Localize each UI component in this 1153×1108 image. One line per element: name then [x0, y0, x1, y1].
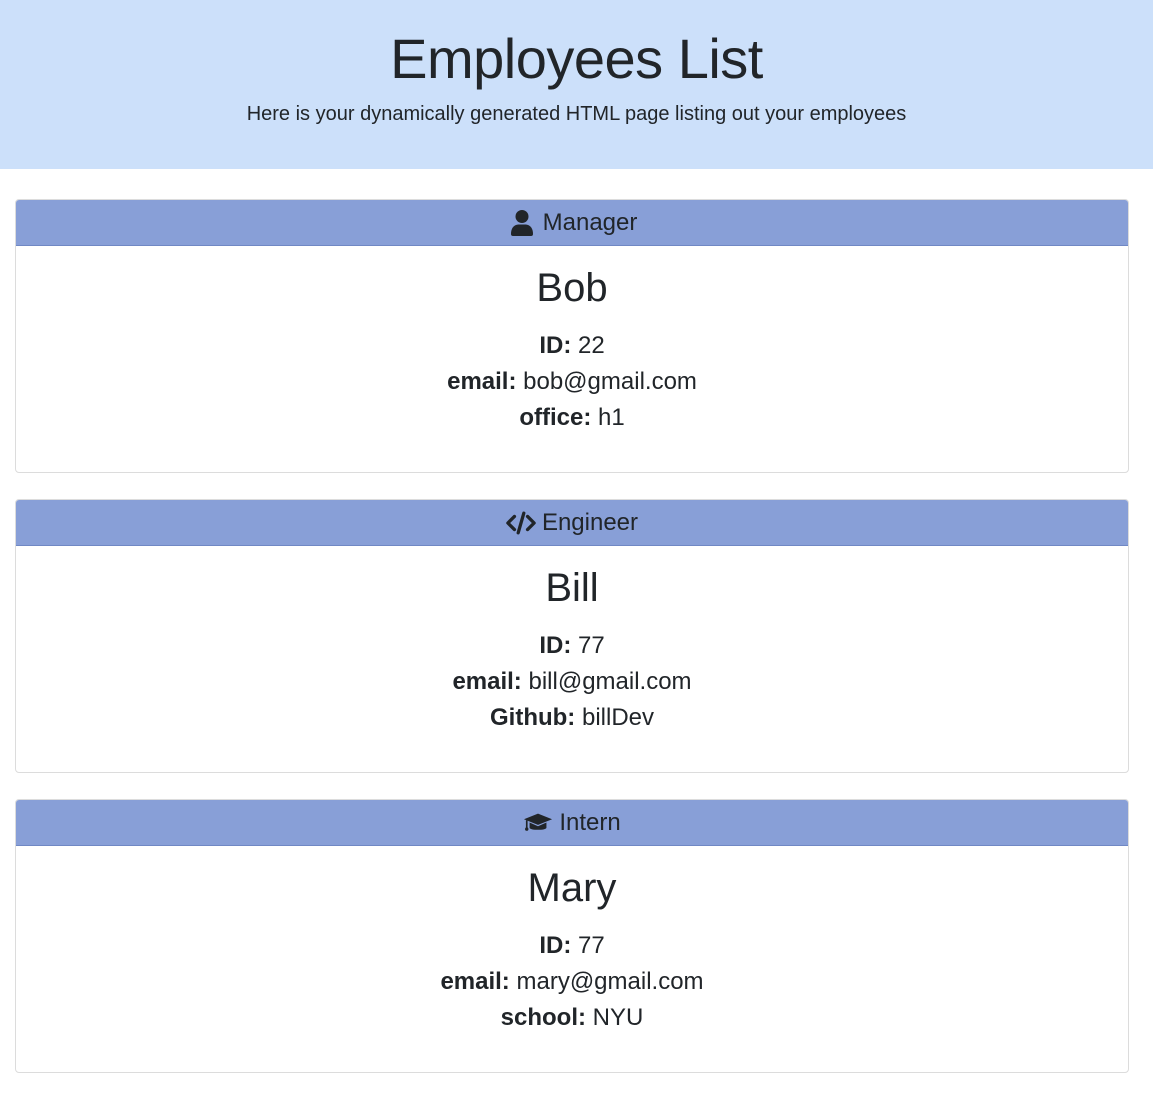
card-header: Intern	[16, 800, 1128, 846]
detail-value: mary@gmail.com	[516, 968, 704, 995]
detail-label: office:	[519, 404, 592, 431]
detail-value: NYU	[592, 1004, 644, 1031]
detail-label: Github:	[489, 704, 576, 731]
detail-label: ID:	[539, 332, 572, 359]
code-icon	[506, 509, 536, 537]
detail-label: ID:	[539, 632, 572, 659]
employee-card-manager: Manager Bob ID: 22 email: bob@gmail.com …	[15, 199, 1129, 473]
employee-name: Mary	[527, 866, 617, 910]
detail-value: 77	[577, 932, 605, 959]
employee-name: Bill	[545, 566, 599, 610]
detail-label: email:	[452, 668, 522, 695]
detail-school: school: NYU	[16, 1000, 1128, 1036]
graduation-cap-icon	[523, 809, 553, 837]
detail-value: bill@gmail.com	[528, 668, 692, 695]
detail-value: 22	[577, 332, 605, 359]
detail-value: bob@gmail.com	[523, 368, 697, 395]
detail-id: ID: 77	[16, 928, 1128, 964]
detail-value: h1	[597, 404, 625, 431]
user-icon	[507, 209, 537, 237]
detail-label: email:	[447, 368, 517, 395]
detail-github: Github: billDev	[16, 700, 1128, 736]
role-label: Intern	[559, 808, 621, 836]
jumbotron-header: Employees List Here is your dynamically …	[0, 0, 1153, 169]
detail-office: office: h1	[16, 400, 1128, 436]
detail-label: ID:	[539, 932, 572, 959]
card-header: Manager	[16, 200, 1128, 246]
page-subtitle: Here is your dynamically generated HTML …	[246, 103, 907, 125]
card-body: Mary ID: 77 email: mary@gmail.com school…	[16, 864, 1128, 1036]
page-title: Employees List	[390, 27, 763, 90]
role-label: Engineer	[541, 508, 639, 536]
detail-value: billDev	[581, 704, 654, 731]
card-body: Bob ID: 22 email: bob@gmail.com office: …	[16, 264, 1128, 436]
detail-id: ID: 77	[16, 628, 1128, 664]
detail-email: email: mary@gmail.com	[16, 964, 1128, 1000]
detail-label: school:	[500, 1004, 586, 1031]
detail-label: email:	[440, 968, 510, 995]
detail-email: email: bob@gmail.com	[16, 364, 1128, 400]
employee-card-intern: Intern Mary ID: 77 email: mary@gmail.com…	[15, 799, 1129, 1073]
detail-id: ID: 22	[16, 328, 1128, 364]
employee-card-engineer: Engineer Bill ID: 77 email: bill@gmail.c…	[15, 499, 1129, 773]
card-header: Engineer	[16, 500, 1128, 546]
detail-value: 77	[577, 632, 605, 659]
detail-email: email: bill@gmail.com	[16, 664, 1128, 700]
card-body: Bill ID: 77 email: bill@gmail.com Github…	[16, 564, 1128, 736]
employee-name: Bob	[536, 266, 608, 310]
role-label: Manager	[542, 208, 638, 236]
